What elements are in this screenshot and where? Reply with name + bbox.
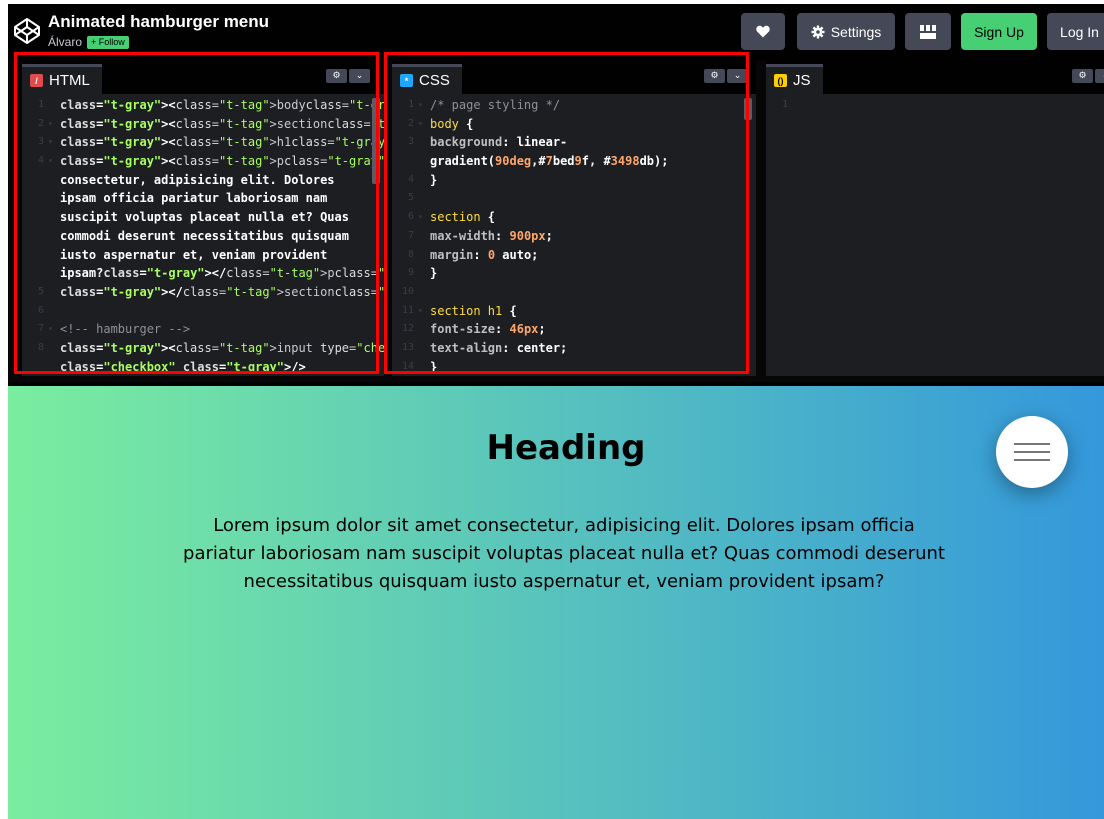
code-line: 6 ▾ section { bbox=[407, 210, 496, 225]
codepen-logo-icon[interactable] bbox=[12, 16, 42, 46]
code-line: consectetur, adipisicing elit. Dolores bbox=[60, 172, 335, 187]
js-code[interactable]: 1 bbox=[766, 96, 1104, 115]
js-editor-header: () JS ⚙ ⌄ bbox=[766, 60, 1104, 94]
code-line: 8 class="t-gray"><class="t-tag">input ty… bbox=[37, 340, 384, 355]
code-line: 5 bbox=[407, 192, 414, 204]
css-editor: * CSS ⚙ ⌄ 1 ▾/* page styling */ 2 ▾ body { … bbox=[392, 60, 756, 376]
code-line: iusto aspernatur et, veniam provident bbox=[60, 247, 328, 262]
code-line: 1 ▾/* page styling */ bbox=[407, 98, 561, 112]
code-line: 1 class="t-gray"><class="t-tag">bodyclass… bbox=[37, 98, 384, 112]
follow-button[interactable]: + Follow bbox=[87, 36, 129, 49]
code-line: 4 ▾ class="t-gray"><class="t-tag">pclass=… bbox=[37, 154, 384, 169]
hamburger-line bbox=[1014, 451, 1050, 453]
js-editor: () JS ⚙ ⌄ 1 bbox=[766, 60, 1104, 376]
css-file-icon: * bbox=[400, 74, 413, 87]
js-collapse-button[interactable]: ⌄ bbox=[1095, 69, 1104, 83]
tab-js-label: JS bbox=[793, 72, 811, 89]
tab-js[interactable]: () JS bbox=[766, 64, 823, 94]
hamburger-line bbox=[1014, 459, 1050, 461]
code-line: 2 ▾ body { bbox=[407, 116, 474, 131]
code-line: 3 ▾ class="t-gray"><class="t-tag">h1class… bbox=[37, 135, 384, 150]
code-line: 8 margin: 0 auto; bbox=[407, 247, 539, 262]
pen-title[interactable]: Animated hamburger menu bbox=[48, 12, 269, 32]
js-editor-actions: ⚙ ⌄ bbox=[1072, 69, 1104, 83]
css-settings-button[interactable]: ⚙ bbox=[704, 69, 725, 83]
code-line: gradient(90deg,#7bed9f, #3498db); bbox=[430, 154, 669, 169]
code-line: 3 background: linear- bbox=[407, 135, 568, 150]
code-line: 5 class="t-gray"></class="t-tag">section… bbox=[37, 284, 384, 299]
hamburger-menu-button[interactable] bbox=[996, 416, 1068, 488]
code-line: 7 max-width: 900px; bbox=[407, 228, 553, 243]
change-view-button[interactable] bbox=[905, 13, 951, 50]
preview-pane: Heading Lorem ipsum dolor sit amet conse… bbox=[8, 386, 1104, 819]
js-file-icon: () bbox=[774, 74, 787, 87]
css-editor-header: * CSS ⚙ ⌄ bbox=[392, 60, 756, 94]
css-editor-actions: ⚙ ⌄ bbox=[704, 69, 748, 83]
code-line: suscipit voluptas placeat nulla et? Quas bbox=[60, 210, 349, 225]
codepen-editor-page: Animated hamburger menu Álvaro + Follow … bbox=[8, 4, 1104, 819]
css-collapse-button[interactable]: ⌄ bbox=[727, 69, 748, 83]
layout-icon bbox=[920, 24, 936, 39]
hamburger-line bbox=[1014, 443, 1050, 445]
html-settings-button[interactable]: ⚙ bbox=[326, 69, 347, 83]
code-line: 11 ▾ section h1 { bbox=[401, 303, 517, 318]
code-line: 10 bbox=[401, 285, 414, 297]
love-button[interactable] bbox=[741, 13, 785, 50]
css-scrollbar[interactable] bbox=[744, 98, 752, 120]
code-line: ipsam?class="t-gray"></class="t-tag">pcl… bbox=[60, 266, 384, 281]
settings-label: Settings bbox=[830, 23, 882, 40]
signup-button[interactable]: Sign Up bbox=[961, 13, 1037, 50]
css-code[interactable]: 1 ▾/* page styling */ 2 ▾ body { 3 backgrou… bbox=[392, 96, 756, 376]
code-line: ipsam officia pariatur laboriosam nam bbox=[60, 191, 328, 206]
code-line: 14} bbox=[401, 359, 438, 374]
code-line: 13 text-align: center; bbox=[401, 340, 568, 355]
code-line: 6 bbox=[37, 304, 44, 316]
js-settings-button[interactable]: ⚙ bbox=[1072, 69, 1093, 83]
gear-icon bbox=[811, 25, 825, 38]
html-editor: / HTML ⚙ ⌄ 1 class="t-gray"><class="t-tag… bbox=[22, 60, 384, 376]
code-line: commodi deserunt necessitatibus quisquam bbox=[60, 228, 349, 243]
settings-button[interactable]: Settings bbox=[797, 13, 895, 50]
code-line: class="checkbox" class="t-gray">/> bbox=[60, 359, 306, 374]
html-code[interactable]: 1 class="t-gray"><class="t-tag">bodyclass… bbox=[22, 96, 384, 376]
code-line: 7 ▾ <!-- hamburger --> bbox=[37, 322, 191, 337]
code-line: 4} bbox=[407, 172, 438, 187]
html-scrollbar[interactable] bbox=[372, 98, 380, 184]
editors-area: / HTML ⚙ ⌄ 1 class="t-gray"><class="t-tag… bbox=[8, 60, 1104, 382]
preview-paragraph: Lorem ipsum dolor sit amet consectetur, … bbox=[183, 515, 945, 592]
preview-heading: Heading bbox=[486, 428, 646, 468]
html-file-icon: / bbox=[30, 74, 43, 87]
top-header: Animated hamburger menu Álvaro + Follow … bbox=[8, 4, 1104, 60]
author-name[interactable]: Álvaro bbox=[48, 35, 82, 49]
heart-icon bbox=[756, 25, 770, 38]
html-collapse-button[interactable]: ⌄ bbox=[349, 69, 370, 83]
html-editor-actions: ⚙ ⌄ bbox=[326, 69, 370, 83]
tab-html-label: HTML bbox=[49, 72, 90, 89]
code-line: 2 ▾ class="t-gray"><class="t-tag">section… bbox=[37, 116, 384, 131]
login-button[interactable]: Log In bbox=[1047, 13, 1104, 50]
code-line: 12 font-size: 46px; bbox=[401, 322, 546, 337]
code-line: 1 bbox=[781, 99, 788, 110]
code-line: 9} bbox=[407, 266, 438, 281]
tab-html[interactable]: / HTML bbox=[22, 64, 102, 94]
tab-css[interactable]: * CSS bbox=[392, 64, 462, 94]
tab-css-label: CSS bbox=[419, 72, 450, 89]
html-editor-header: / HTML ⚙ ⌄ bbox=[22, 60, 384, 94]
